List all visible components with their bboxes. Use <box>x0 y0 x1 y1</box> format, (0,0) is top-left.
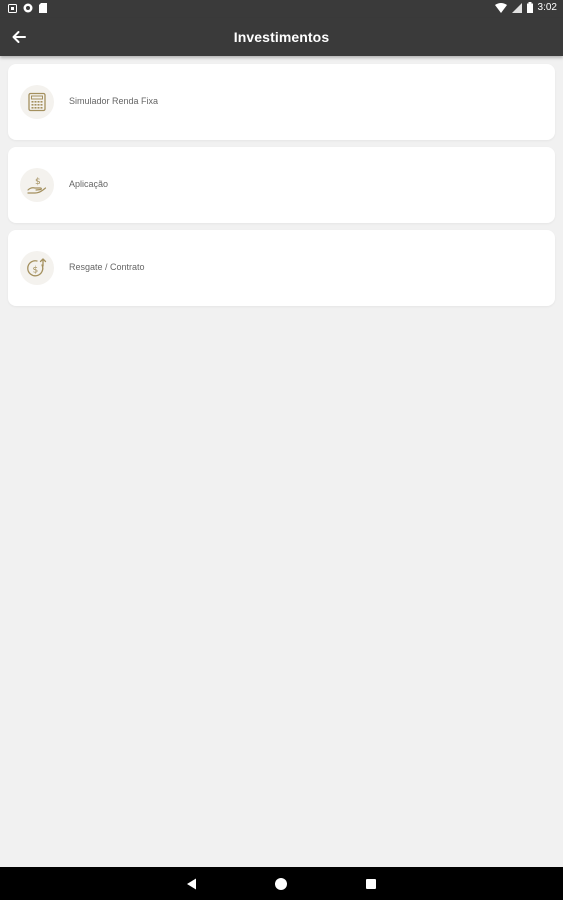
menu-item-label: Resgate / Contrato <box>69 262 145 272</box>
hand-money-icon: $ <box>27 177 47 194</box>
status-right-icons: 3:02 <box>494 2 557 13</box>
wifi-icon <box>494 2 507 13</box>
menu-item-label: Aplicação <box>69 179 109 189</box>
menu-item-label: Simulador Renda Fixa <box>69 96 159 106</box>
calculator-icon <box>28 92 46 112</box>
status-bar: 3:02 <box>0 0 563 18</box>
status-time: 3:02 <box>537 2 557 13</box>
menu-item-simulador-renda-fixa[interactable]: Simulador Renda Fixa <box>8 64 555 140</box>
svg-text:$: $ <box>35 177 41 187</box>
svg-text:$: $ <box>33 266 39 276</box>
status-left-icons <box>8 3 47 13</box>
icon-badge <box>20 85 54 119</box>
sync-icon <box>23 3 33 13</box>
page-title: Investimentos <box>233 29 330 45</box>
recents-square-icon[interactable] <box>364 877 378 891</box>
menu-item-resgate-contrato[interactable]: $ Resgate / Contrato <box>8 230 555 306</box>
notification-icon <box>8 3 17 13</box>
home-circle-icon[interactable] <box>274 877 288 891</box>
sd-card-icon <box>39 3 47 13</box>
icon-badge: $ <box>20 168 54 202</box>
coin-withdraw-icon: $ <box>27 258 47 277</box>
menu-item-aplicacao[interactable]: $ Aplicação <box>8 147 555 223</box>
system-nav-bar <box>0 867 563 900</box>
battery-icon <box>526 2 533 13</box>
signal-icon <box>511 2 522 13</box>
app-bar: Investimentos <box>0 18 563 56</box>
icon-badge: $ <box>20 251 54 285</box>
back-triangle-icon[interactable] <box>185 877 199 891</box>
investment-menu-list: Simulador Renda Fixa $ Aplicação $ Resga… <box>8 64 555 313</box>
